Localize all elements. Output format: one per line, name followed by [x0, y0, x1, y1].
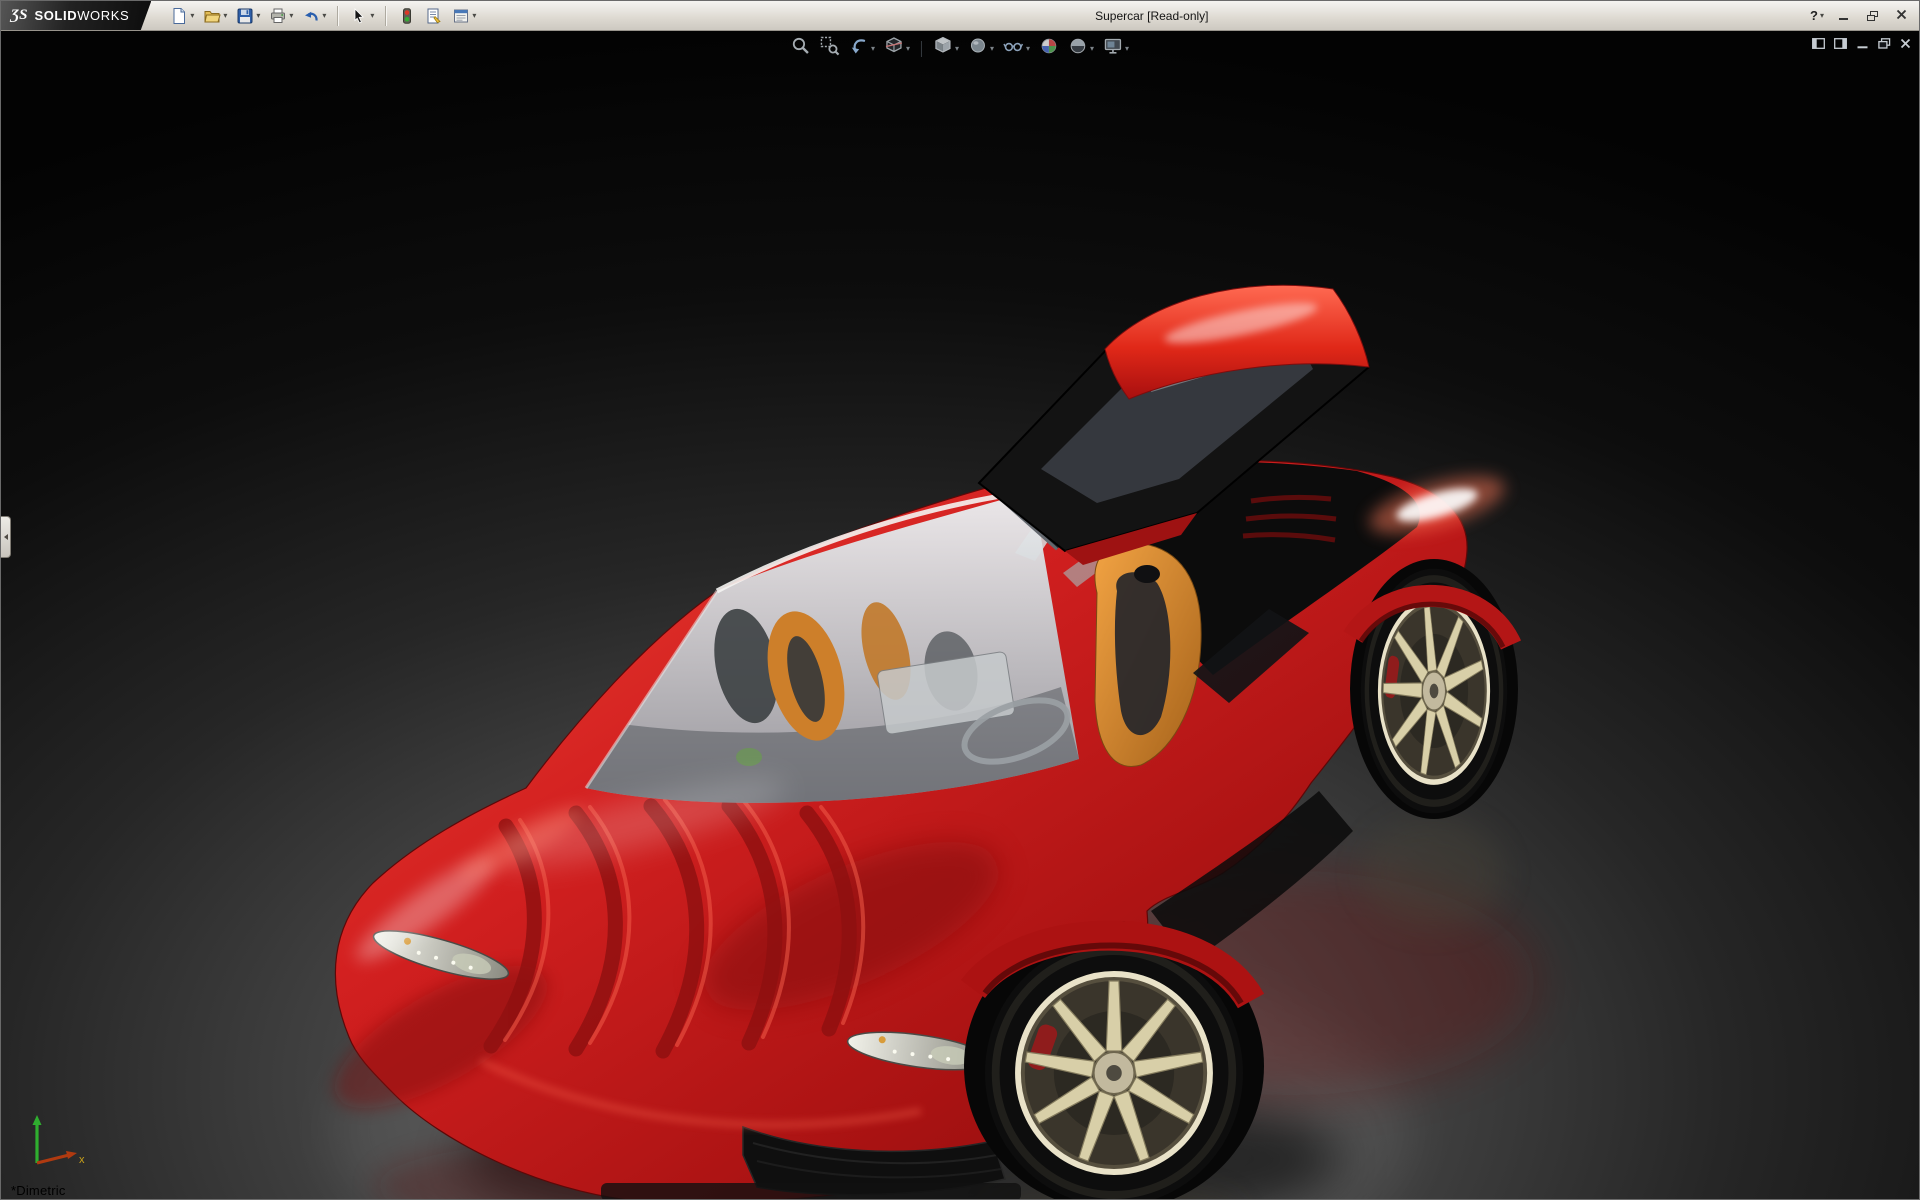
dropdown-arrow-icon[interactable]: ▾	[223, 12, 227, 20]
previous-view-button[interactable]: ▾	[848, 35, 876, 62]
close-button[interactable]	[1891, 8, 1911, 24]
view-orientation-label: *Dimetric	[11, 1183, 66, 1198]
save-icon	[236, 7, 254, 25]
display-style-icon	[968, 36, 988, 61]
y-axis-arrow	[33, 1115, 42, 1125]
reference-triad: x	[21, 1111, 93, 1175]
minimize-button[interactable]	[1833, 8, 1853, 24]
view-orientation-button[interactable]: ▾	[932, 35, 960, 62]
pane-left-button[interactable]	[1812, 36, 1825, 54]
save-button[interactable]: ▾	[233, 5, 263, 27]
new-document-button[interactable]: ▾	[167, 5, 197, 27]
hide-show-items-button[interactable]: ▾	[1002, 35, 1031, 62]
collapse-arrow-icon	[1, 534, 8, 540]
open-folder-icon	[203, 7, 221, 25]
zoom-to-fit-button[interactable]	[790, 35, 812, 62]
dropdown-arrow-icon[interactable]: ▾	[322, 12, 326, 20]
toolbar-separator	[385, 6, 387, 26]
view-orientation-icon	[933, 36, 953, 61]
main-toolbar: ▾ ▾ ▾ ▾ ▾ ▾	[167, 5, 479, 27]
dropdown-arrow-icon[interactable]: ▾	[871, 45, 875, 53]
close-icon	[1896, 7, 1907, 25]
view-settings-icon	[1103, 36, 1123, 61]
zoom-to-fit-icon	[791, 36, 811, 61]
section-view-icon	[884, 36, 904, 61]
dropdown-arrow-icon[interactable]: ▾	[1820, 12, 1824, 20]
previous-view-icon	[849, 36, 869, 61]
help-icon: ?	[1810, 8, 1818, 23]
minimize-icon	[1839, 12, 1848, 20]
print-icon	[269, 7, 287, 25]
solidworks-logo-text: SOLIDWORKS	[34, 8, 129, 23]
file-properties-button[interactable]	[422, 5, 446, 27]
restore-icon	[1878, 36, 1891, 54]
select-cursor-icon	[350, 7, 368, 25]
rebuild-icon	[398, 7, 416, 25]
apply-scene-button[interactable]: ▾	[1067, 35, 1095, 62]
x-axis-arrow	[66, 1151, 77, 1159]
pane-right-icon	[1834, 36, 1847, 54]
front-wheel[interactable]	[985, 940, 1243, 1199]
dropdown-arrow-icon[interactable]: ▾	[1090, 45, 1094, 53]
x-axis-label: x	[79, 1154, 85, 1166]
zoom-to-area-button[interactable]	[819, 35, 841, 62]
toolbar-separator	[337, 6, 339, 26]
3d-scene	[1, 31, 1919, 1199]
dropdown-arrow-icon[interactable]: ▾	[256, 12, 260, 20]
close-icon	[1900, 36, 1911, 54]
undo-icon	[302, 7, 320, 25]
panel-splitter-handle[interactable]	[1, 516, 11, 558]
pane-left-icon	[1812, 36, 1825, 54]
display-style-button[interactable]: ▾	[967, 35, 995, 62]
edit-appearance-button[interactable]	[1038, 35, 1060, 62]
apply-scene-icon	[1068, 36, 1088, 61]
help-button[interactable]: ? ▾	[1810, 8, 1824, 23]
doc-close-button[interactable]	[1900, 36, 1911, 54]
solidworks-logo: ƷS SOLIDWORKS	[1, 1, 151, 30]
options-icon	[452, 7, 470, 25]
toolbar-separator	[921, 41, 922, 57]
restore-icon	[1867, 11, 1878, 21]
options-button[interactable]: ▾	[449, 5, 479, 27]
document-title: Supercar [Read-only]	[1095, 9, 1208, 23]
minimize-icon	[1856, 36, 1869, 54]
window-controls: ? ▾	[1810, 8, 1919, 24]
open-button[interactable]: ▾	[200, 5, 230, 27]
3ds-logo-icon: ƷS	[11, 7, 27, 24]
doc-minimize-button[interactable]	[1856, 36, 1869, 54]
dropdown-arrow-icon[interactable]: ▾	[1125, 45, 1129, 53]
section-view-button[interactable]: ▾	[883, 35, 911, 62]
rebuild-button[interactable]	[395, 5, 419, 27]
undo-button[interactable]: ▾	[299, 5, 329, 27]
solidworks-window: ƷS SOLIDWORKS ▾ ▾ ▾ ▾ ▾	[0, 0, 1920, 1200]
dropdown-arrow-icon[interactable]: ▾	[472, 12, 476, 20]
file-properties-icon	[425, 7, 443, 25]
select-button[interactable]: ▾	[347, 5, 377, 27]
graphics-area[interactable]: ▾ ▾ ▾ ▾ ▾ ▾	[1, 31, 1919, 1199]
new-document-icon	[170, 7, 188, 25]
dropdown-arrow-icon[interactable]: ▾	[906, 45, 910, 53]
hide-show-items-icon	[1003, 36, 1024, 61]
restore-button[interactable]	[1862, 8, 1882, 24]
doc-restore-button[interactable]	[1878, 36, 1891, 54]
dropdown-arrow-icon[interactable]: ▾	[370, 12, 374, 20]
dropdown-arrow-icon[interactable]: ▾	[955, 45, 959, 53]
dropdown-arrow-icon[interactable]: ▾	[990, 45, 994, 53]
title-bar[interactable]: ƷS SOLIDWORKS ▾ ▾ ▾ ▾ ▾	[1, 1, 1919, 31]
dropdown-arrow-icon[interactable]: ▾	[1026, 45, 1030, 53]
document-window-controls	[1812, 36, 1911, 54]
heads-up-view-toolbar: ▾ ▾ ▾ ▾ ▾ ▾	[790, 35, 1130, 62]
zoom-to-area-icon	[820, 36, 840, 61]
dropdown-arrow-icon[interactable]: ▾	[190, 12, 194, 20]
edit-appearance-icon	[1039, 36, 1059, 61]
view-settings-button[interactable]: ▾	[1102, 35, 1130, 62]
pane-right-button[interactable]	[1834, 36, 1847, 54]
print-button[interactable]: ▾	[266, 5, 296, 27]
dropdown-arrow-icon[interactable]: ▾	[289, 12, 293, 20]
